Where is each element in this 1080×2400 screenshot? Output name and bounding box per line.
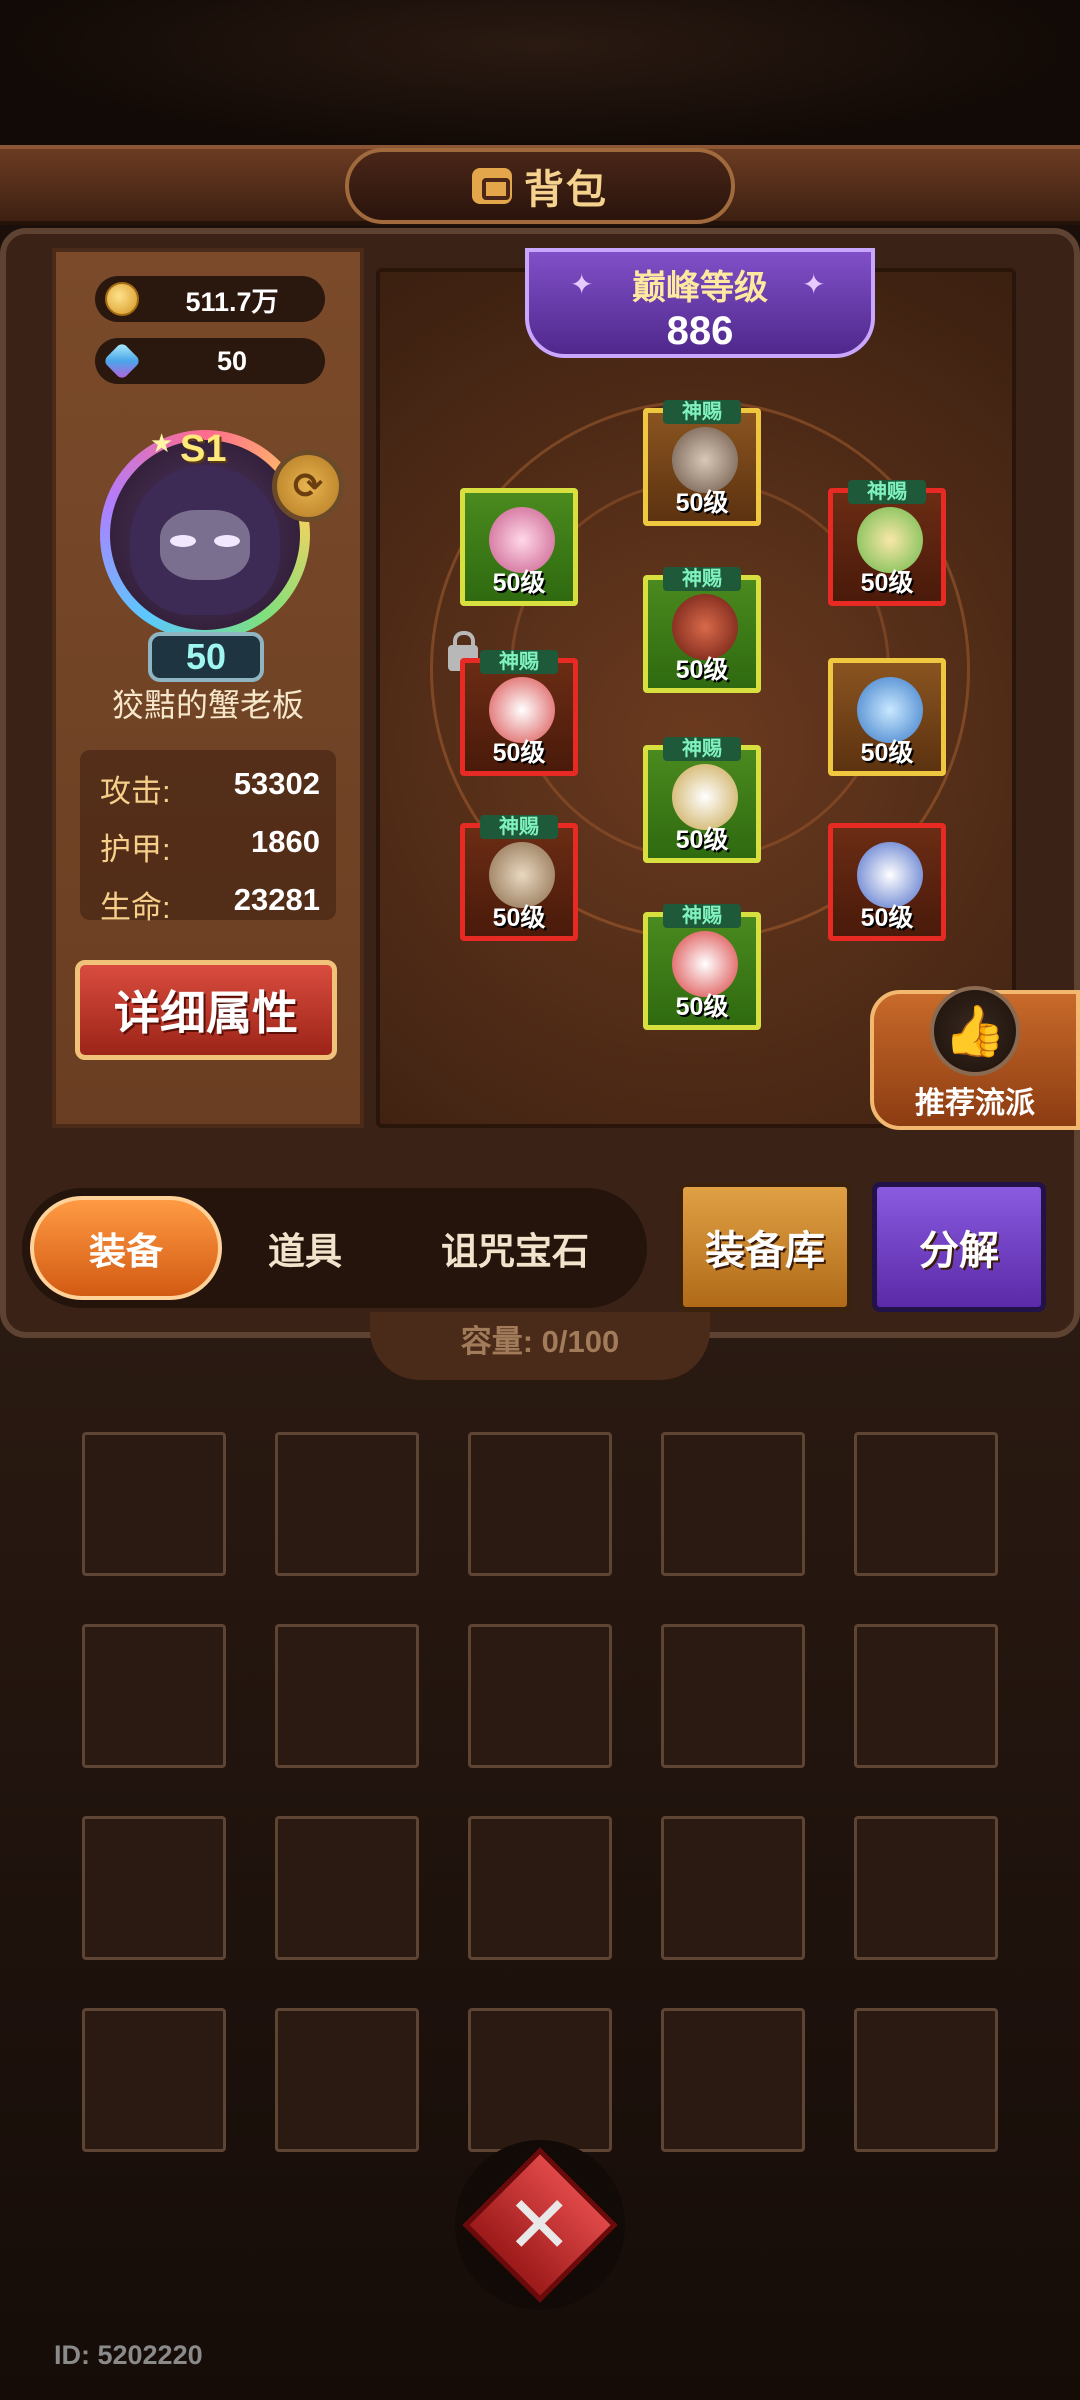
close-icon: ✕ xyxy=(506,2180,574,2270)
slot-level: 50级 xyxy=(675,826,729,854)
hero-name: 狡黠的蟹老板 xyxy=(111,687,304,723)
divine-tag: 神赐 xyxy=(848,480,926,504)
peak-level-banner: 巅峰等级 886 xyxy=(525,248,875,358)
top-background xyxy=(0,0,1080,150)
slot-level: 50级 xyxy=(860,739,914,767)
stat-label: 护甲: xyxy=(100,832,171,867)
inventory-slot[interactable] xyxy=(82,1816,226,1960)
divine-tag: 神赐 xyxy=(480,650,558,674)
star-icon: ★ xyxy=(150,428,174,458)
inventory-slot[interactable] xyxy=(854,2008,998,2152)
refresh-icon: ⟳ xyxy=(292,465,324,506)
gold-value: 511.7万 xyxy=(185,286,279,317)
swap-hero-button[interactable]: ⟳ xyxy=(272,450,344,522)
divine-tag: 神赐 xyxy=(480,815,558,839)
page-title: 背包 xyxy=(524,168,608,212)
recommend-build-button[interactable]: 👍 推荐流派 xyxy=(870,986,1080,1130)
slot-level: 50级 xyxy=(675,656,729,684)
stat-attack: 攻击: 53302 xyxy=(100,766,320,811)
equip-slot-chest[interactable]: 50级 xyxy=(643,575,761,693)
equip-slot-ring[interactable]: 50级 xyxy=(828,658,946,776)
inventory-slot[interactable] xyxy=(854,1624,998,1768)
inventory-slot[interactable] xyxy=(82,1432,226,1576)
equip-slot-helmet[interactable]: 50级 xyxy=(643,408,761,526)
slot-level: 50级 xyxy=(492,739,546,767)
inventory-slot[interactable] xyxy=(468,2008,612,2152)
equip-slot-shoulder[interactable]: 50级 xyxy=(460,488,578,606)
left-eye xyxy=(170,535,196,547)
slot-level: 50级 xyxy=(860,904,914,932)
tab-equipment[interactable]: 装备 xyxy=(30,1196,222,1300)
user-id: ID: 5202220 xyxy=(54,2340,203,2370)
gem-currency: 50 xyxy=(95,338,325,384)
stat-value: 23281 xyxy=(233,882,320,917)
tab-items[interactable]: 道具 xyxy=(230,1196,380,1300)
divine-tag: 神赐 xyxy=(663,567,741,591)
slot-level: 50级 xyxy=(675,993,729,1021)
header-title-plate: 背包 xyxy=(345,148,735,224)
rank-label: S1 xyxy=(180,428,227,470)
decompose-button[interactable]: 分解 xyxy=(872,1182,1046,1312)
inventory-slot[interactable] xyxy=(661,1624,805,1768)
tab-curse-gems[interactable]: 诅咒宝石 xyxy=(410,1196,620,1300)
hero-level-badge: 50 xyxy=(148,632,264,682)
inventory-slot[interactable] xyxy=(854,1432,998,1576)
slot-level: 50级 xyxy=(492,904,546,932)
equip-slot-glove[interactable]: 50级 xyxy=(460,658,578,776)
inventory-slot[interactable] xyxy=(854,1816,998,1960)
peak-level-value: 886 xyxy=(666,309,734,353)
divine-tag: 神赐 xyxy=(663,904,741,928)
stat-label: 攻击: xyxy=(100,774,171,809)
inventory-slot[interactable] xyxy=(82,1624,226,1768)
detail-attributes-button[interactable]: 详细属性 xyxy=(75,960,337,1060)
star-icon: ✦ xyxy=(570,269,594,300)
gold-currency: 511.7万 xyxy=(95,276,325,322)
stat-armor: 护甲: 1860 xyxy=(100,824,320,869)
inventory-slot[interactable] xyxy=(661,1432,805,1576)
close-gem: ✕ xyxy=(462,2147,618,2303)
inventory-slot[interactable] xyxy=(275,2008,419,2152)
slot-level: 50级 xyxy=(860,569,914,597)
inventory-slot[interactable] xyxy=(275,1816,419,1960)
gold-coin-icon xyxy=(105,282,139,316)
inventory-slot[interactable] xyxy=(468,1432,612,1576)
equip-slot-boots[interactable]: 50级 xyxy=(643,912,761,1030)
stat-value: 53302 xyxy=(233,766,320,801)
thumbs-up-icon: 👍 xyxy=(930,986,1020,1076)
inventory-slot[interactable] xyxy=(661,1816,805,1960)
bag-icon xyxy=(472,168,512,204)
stat-value: 1860 xyxy=(251,824,320,859)
equip-slot-necklace[interactable]: 50级 xyxy=(828,488,946,606)
stat-health: 生命: 23281 xyxy=(100,882,320,927)
divine-tag: 神赐 xyxy=(663,400,741,424)
gem-icon xyxy=(102,341,142,381)
equip-slot-pants[interactable]: 50级 xyxy=(643,745,761,863)
star-icon: ✦ xyxy=(802,269,826,300)
slot-level: 50级 xyxy=(492,569,546,597)
gem-value: 50 xyxy=(216,345,248,376)
inventory-slot[interactable] xyxy=(468,1624,612,1768)
inventory-slot[interactable] xyxy=(661,2008,805,2152)
capacity-label: 容量: 0/100 xyxy=(370,1312,710,1380)
stat-label: 生命: xyxy=(100,890,171,925)
slot-level: 50级 xyxy=(675,489,729,517)
equipment-storage-button[interactable]: 装备库 xyxy=(678,1182,852,1312)
right-eye xyxy=(214,535,240,547)
inventory-slot[interactable] xyxy=(82,2008,226,2152)
close-button[interactable]: ✕ xyxy=(455,2140,625,2310)
divine-tag: 神赐 xyxy=(663,737,741,761)
recommend-label: 推荐流派 xyxy=(915,1087,1035,1120)
equip-slot-potion[interactable]: 50级 xyxy=(828,823,946,941)
inventory-slot[interactable] xyxy=(468,1816,612,1960)
equip-slot-weapon[interactable]: 50级 xyxy=(460,823,578,941)
inventory-slot[interactable] xyxy=(275,1624,419,1768)
inventory-slot[interactable] xyxy=(275,1432,419,1576)
